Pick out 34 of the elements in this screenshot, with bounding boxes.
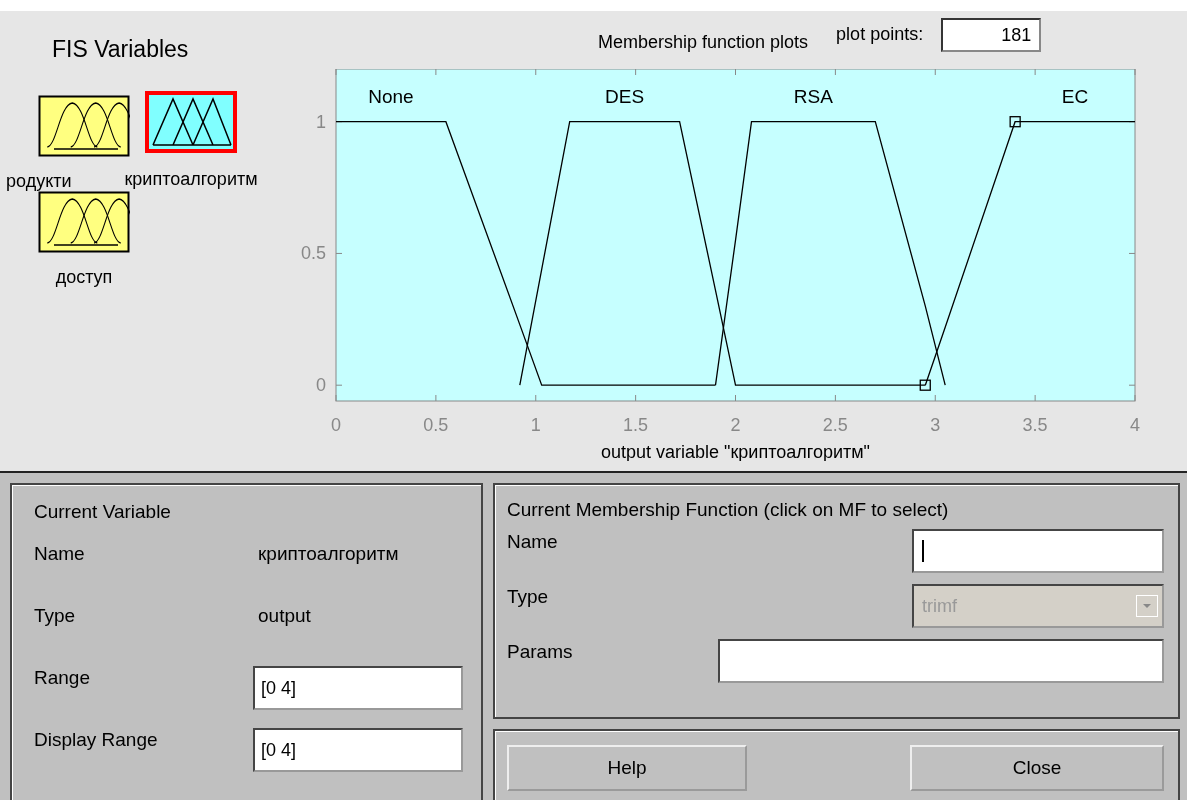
field-label: Params	[507, 641, 573, 663]
x-tick-label: 0	[331, 415, 341, 435]
x-tick-label: 0.5	[423, 415, 449, 435]
x-tick-label: 1	[530, 415, 541, 435]
field-label: Name	[34, 543, 86, 565]
panel-title: FIS Variables	[52, 36, 189, 63]
x-tick-label: 3	[930, 415, 941, 435]
variable-label: родукти	[6, 171, 72, 192]
field-label: Range	[34, 667, 91, 689]
panel-title: Current Variable	[34, 501, 171, 523]
x-tick-label: 2	[730, 415, 741, 435]
y-tick-label: 0	[316, 375, 326, 396]
x-tick-label: 1.5	[623, 415, 649, 435]
mf-label: RSA	[793, 86, 833, 107]
x-tick-label: 4	[1130, 415, 1140, 435]
y-tick-label: 1	[316, 111, 326, 132]
variable-label: доступ	[55, 267, 113, 288]
panel-title: Current Membership Function (click on MF to select)	[507, 499, 949, 521]
field-label: Display Range	[34, 729, 159, 751]
y-tick-label: 0.5	[300, 243, 326, 264]
mf-label: None	[368, 86, 414, 107]
mf-label: DES	[605, 86, 645, 107]
variable-label: криптоалгоритм	[124, 169, 258, 190]
x-tick-label: 3.5	[1022, 415, 1048, 435]
field-label: Type	[507, 586, 549, 608]
field-label: Type	[34, 605, 77, 627]
plot-points-label: plot points:	[836, 23, 924, 45]
field-value: output	[258, 605, 311, 627]
plot-title: Membership function plots	[598, 31, 809, 53]
mf-label: EC	[1061, 86, 1089, 107]
x-axis-label: output variable "криптоалгоритм"	[601, 442, 870, 461]
field-label: Name	[507, 531, 558, 553]
field-value: криптоалгоритм	[258, 543, 399, 565]
x-tick-label: 2.5	[822, 415, 848, 435]
